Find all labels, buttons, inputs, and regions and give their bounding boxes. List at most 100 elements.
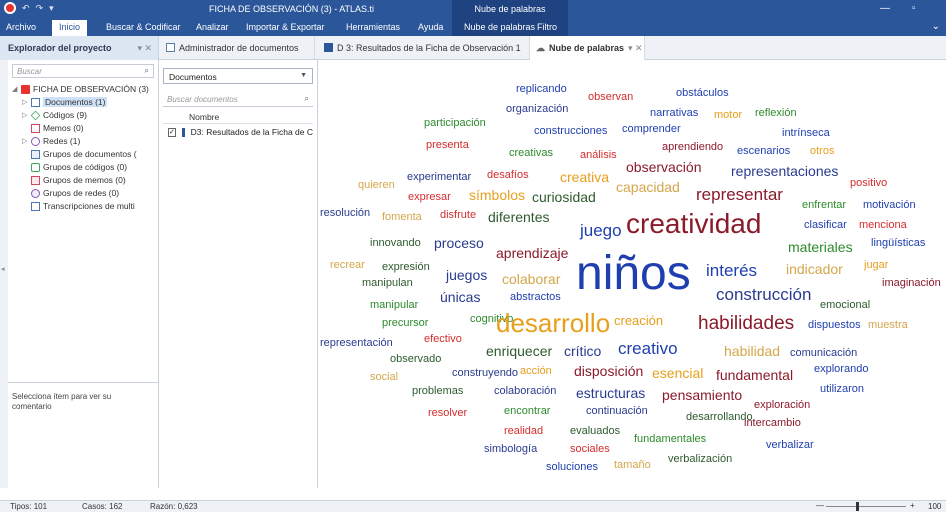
tab-close-icon[interactable]: ▾ ✕ bbox=[628, 43, 643, 60]
word-cloud-term[interactable]: capacidad bbox=[616, 180, 680, 194]
restore-icon[interactable]: ▫ bbox=[912, 3, 916, 14]
tab-filtro[interactable]: Filtro bbox=[537, 22, 557, 32]
tree-codigos[interactable]: ▷ Códigos (9) bbox=[22, 110, 87, 120]
redo-icon[interactable]: ↷ bbox=[36, 3, 44, 14]
word-cloud-term[interactable]: intrínseca bbox=[782, 128, 830, 139]
word-cloud-term[interactable]: representación bbox=[320, 338, 393, 349]
word-cloud-term[interactable]: juego bbox=[580, 222, 622, 239]
word-cloud-term[interactable]: expresión bbox=[382, 262, 430, 273]
tab-importar-exportar[interactable]: Importar & Exportar bbox=[246, 22, 325, 32]
zoom-slider-handle[interactable] bbox=[856, 502, 859, 511]
customize-icon[interactable]: ▾ bbox=[49, 3, 54, 14]
word-cloud-term[interactable]: simbología bbox=[484, 444, 537, 455]
word-cloud-term[interactable]: curiosidad bbox=[532, 190, 596, 204]
word-cloud-term[interactable]: proceso bbox=[434, 236, 484, 250]
word-cloud-term[interactable]: creativo bbox=[618, 340, 678, 357]
word-cloud-term[interactable]: observan bbox=[588, 92, 633, 103]
tree-memos[interactable]: Memos (0) bbox=[22, 123, 84, 133]
word-cloud-term[interactable]: innovando bbox=[370, 238, 421, 249]
tab-administrador-documentos[interactable]: Administrador de documentos bbox=[160, 36, 315, 60]
word-cloud-term[interactable]: dispuestos bbox=[808, 320, 861, 331]
word-cloud-term[interactable]: habilidad bbox=[724, 344, 780, 358]
word-cloud-term[interactable]: reflexión bbox=[755, 108, 797, 119]
word-cloud-term[interactable]: tamaño bbox=[614, 460, 651, 471]
word-cloud-term[interactable]: muestra bbox=[868, 320, 908, 331]
word-cloud-term[interactable]: problemas bbox=[412, 386, 463, 397]
tree-documentos[interactable]: ▷ Documentos (1) bbox=[22, 97, 108, 107]
word-cloud-term[interactable]: utilizaron bbox=[820, 384, 864, 395]
word-cloud-term[interactable]: participación bbox=[424, 118, 486, 129]
word-cloud-term[interactable]: habilidades bbox=[698, 314, 794, 333]
word-cloud-term[interactable]: resolver bbox=[428, 408, 467, 419]
word-cloud-term[interactable]: experimentar bbox=[407, 172, 471, 183]
word-cloud-term[interactable]: fundamental bbox=[716, 368, 793, 382]
word-cloud-term[interactable]: fundamentales bbox=[634, 434, 706, 445]
tab-ayuda[interactable]: Ayuda bbox=[418, 22, 443, 32]
tab-inicio[interactable]: Inicio bbox=[52, 20, 88, 36]
word-cloud-term[interactable]: imaginación bbox=[882, 278, 941, 289]
word-cloud-term[interactable]: realidad bbox=[504, 426, 543, 437]
word-cloud-term[interactable]: encontrar bbox=[504, 406, 550, 417]
word-cloud-term[interactable]: replicando bbox=[516, 84, 567, 95]
word-cloud-term[interactable]: expresar bbox=[408, 192, 451, 203]
word-cloud-term[interactable]: presenta bbox=[426, 140, 469, 151]
word-cloud-term[interactable]: organización bbox=[506, 104, 568, 115]
word-cloud-term[interactable]: esencial bbox=[652, 366, 703, 380]
word-cloud-term[interactable]: aprendizaje bbox=[496, 246, 568, 260]
zoom-out-icon[interactable]: — bbox=[816, 501, 824, 510]
word-cloud-term[interactable]: creativas bbox=[509, 148, 553, 159]
word-cloud-term[interactable]: resolución bbox=[320, 208, 370, 219]
word-cloud-term[interactable]: observación bbox=[626, 160, 702, 174]
word-cloud-term[interactable]: desarrollando bbox=[686, 412, 753, 423]
word-cloud-term[interactable]: enfrentar bbox=[802, 200, 846, 211]
tree-transcripciones[interactable]: Transcripciones de multi bbox=[22, 201, 135, 211]
word-cloud-term[interactable]: construyendo bbox=[452, 368, 518, 379]
tree-grupos-memos[interactable]: Grupos de memos (0) bbox=[22, 175, 126, 185]
word-cloud-term[interactable]: recrear bbox=[330, 260, 365, 271]
word-cloud-term[interactable]: disfrute bbox=[440, 210, 476, 221]
word-cloud-term[interactable]: indicador bbox=[786, 262, 843, 276]
tab-analizar[interactable]: Analizar bbox=[196, 22, 229, 32]
word-cloud-term[interactable]: acción bbox=[520, 366, 552, 377]
word-cloud-term[interactable]: motivación bbox=[863, 200, 916, 211]
tree-grupos-codigos[interactable]: Grupos de códigos (0) bbox=[22, 162, 127, 172]
documents-search-input[interactable]: Buscar documentos ⌕ bbox=[163, 93, 313, 107]
word-cloud-term[interactable]: colaboración bbox=[494, 386, 556, 397]
tab-herramientas[interactable]: Herramientas bbox=[346, 22, 400, 32]
word-cloud-term[interactable]: comunicación bbox=[790, 348, 857, 359]
word-cloud-term[interactable]: crítico bbox=[564, 344, 601, 358]
word-cloud-term[interactable]: narrativas bbox=[650, 108, 698, 119]
word-cloud-term[interactable]: emocional bbox=[820, 300, 870, 311]
zoom-in-icon[interactable]: + bbox=[910, 501, 915, 510]
word-cloud-term[interactable]: comprender bbox=[622, 124, 681, 135]
word-cloud-term[interactable]: manipular bbox=[370, 300, 418, 311]
word-cloud-term[interactable]: precursor bbox=[382, 318, 428, 329]
word-cloud-term[interactable]: símbolos bbox=[469, 188, 525, 202]
word-cloud-term[interactable]: desarrollo bbox=[496, 310, 610, 336]
word-cloud-term[interactable]: sociales bbox=[570, 444, 610, 455]
word-cloud-term[interactable]: clasificar bbox=[804, 220, 847, 231]
word-cloud-term[interactable]: enriquecer bbox=[486, 344, 552, 358]
word-cloud-term[interactable]: lingüísticas bbox=[871, 238, 925, 249]
explorer-search-input[interactable]: Buscar ⌕ bbox=[12, 64, 154, 78]
word-cloud-term[interactable]: construcciones bbox=[534, 126, 607, 137]
word-cloud-term[interactable]: menciona bbox=[859, 220, 907, 231]
collapse-icon[interactable]: ◢ bbox=[12, 85, 18, 93]
word-cloud-term[interactable]: observado bbox=[390, 354, 441, 365]
word-cloud-term[interactable]: evaluados bbox=[570, 426, 620, 437]
collapse-arrow-icon[interactable]: ◂ bbox=[1, 265, 5, 273]
collapse-ribbon-icon[interactable]: ⌄ bbox=[932, 21, 940, 32]
tab-nube-de-palabras[interactable]: Nube de palabras bbox=[464, 22, 535, 32]
word-cloud-term[interactable]: social bbox=[370, 372, 398, 383]
word-cloud-term[interactable]: juegos bbox=[446, 268, 487, 282]
word-cloud-term[interactable]: creativa bbox=[560, 170, 609, 184]
word-cloud-term[interactable]: continuación bbox=[586, 406, 648, 417]
word-cloud-term[interactable]: manipulan bbox=[362, 278, 413, 289]
word-cloud-term[interactable]: creatividad bbox=[626, 210, 761, 238]
word-cloud-term[interactable]: estructuras bbox=[576, 386, 645, 400]
documents-dropdown[interactable]: Documentos ▼ bbox=[163, 68, 313, 84]
expand-icon[interactable]: ▷ bbox=[22, 98, 28, 106]
word-cloud-term[interactable]: exploración bbox=[754, 400, 810, 411]
word-cloud-term[interactable]: motor bbox=[714, 110, 742, 121]
tree-project-root[interactable]: ◢ FICHA DE OBSERVACIÓN (3) bbox=[12, 84, 149, 94]
